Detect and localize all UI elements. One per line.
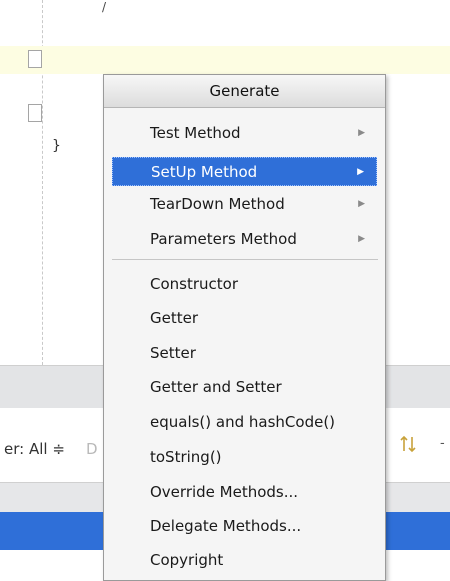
menu-item-parameters-method[interactable]: Parameters Method ▶ bbox=[104, 225, 385, 254]
menu-item-label: Copyright bbox=[150, 551, 224, 569]
menu-item-label: TearDown Method bbox=[150, 195, 285, 213]
menu-item-label: Getter bbox=[150, 309, 199, 327]
menu-item-label: Setter bbox=[150, 344, 196, 362]
menu-item-test-method[interactable]: Test Method ▶ bbox=[104, 119, 385, 148]
filter-dropdown[interactable]: er: All ≑ bbox=[4, 440, 65, 458]
generate-popup-menu: Generate Test Method ▶ SetUp Method ▶ Te… bbox=[103, 74, 386, 581]
menu-item-label: SetUp Method bbox=[151, 163, 258, 181]
menu-item-label: Test Method bbox=[150, 124, 241, 142]
menu-item-equals-hashcode[interactable]: equals() and hashCode() bbox=[104, 408, 385, 437]
menu-item-constructor[interactable]: Constructor bbox=[104, 270, 385, 299]
menu-item-getter[interactable]: Getter bbox=[104, 304, 385, 333]
menu-item-label: Getter and Setter bbox=[150, 378, 282, 396]
menu-item-label: Parameters Method bbox=[150, 230, 297, 248]
menu-item-label: toString() bbox=[150, 448, 222, 466]
fold-marker[interactable] bbox=[28, 104, 42, 122]
menu-item-setter[interactable]: Setter bbox=[104, 339, 385, 368]
submenu-arrow-icon: ▶ bbox=[358, 128, 365, 138]
menu-item-getter-and-setter[interactable]: Getter and Setter bbox=[104, 373, 385, 402]
menu-item-tostring[interactable]: toString() bbox=[104, 443, 385, 472]
submenu-arrow-icon: ▶ bbox=[357, 167, 364, 177]
current-line-highlight bbox=[0, 46, 450, 74]
submenu-arrow-icon: ▶ bbox=[358, 234, 365, 244]
editor-stray-mark: / bbox=[102, 0, 107, 14]
filter-secondary-label: D bbox=[86, 440, 98, 458]
toolbar-overflow-mark: - bbox=[440, 436, 445, 451]
fold-marker[interactable] bbox=[28, 50, 42, 68]
menu-item-setup-method[interactable]: SetUp Method ▶ bbox=[112, 157, 377, 186]
menu-item-label: Delegate Methods... bbox=[150, 517, 302, 535]
menu-item-label: Override Methods... bbox=[150, 483, 299, 501]
submenu-arrow-icon: ▶ bbox=[358, 199, 365, 209]
menu-item-override-methods[interactable]: Override Methods... bbox=[104, 478, 385, 507]
menu-item-delegate-methods[interactable]: Delegate Methods... bbox=[104, 512, 385, 541]
menu-title: Generate bbox=[104, 75, 385, 108]
menu-item-teardown-method[interactable]: TearDown Method ▶ bbox=[104, 190, 385, 219]
menu-separator bbox=[112, 259, 378, 260]
menu-item-copyright[interactable]: Copyright bbox=[104, 546, 385, 575]
menu-item-label: Constructor bbox=[150, 275, 239, 293]
menu-item-label: equals() and hashCode() bbox=[150, 413, 336, 431]
closing-brace: } bbox=[52, 138, 61, 154]
sort-icon[interactable] bbox=[398, 433, 420, 457]
